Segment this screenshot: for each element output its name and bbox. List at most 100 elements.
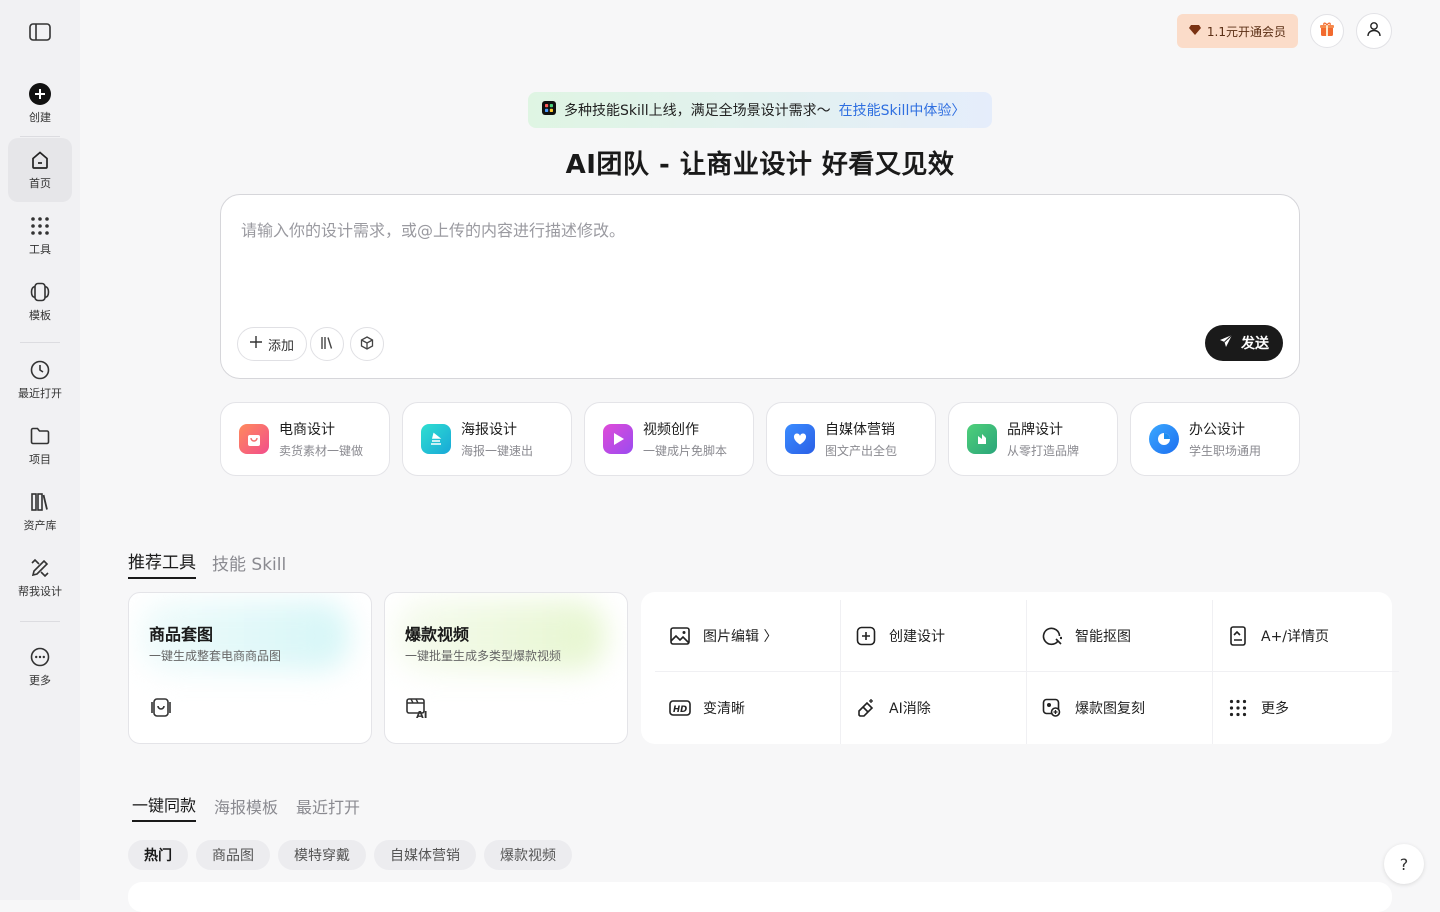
vip-label: 1.1元开通会员 xyxy=(1206,24,1286,39)
eraser-icon xyxy=(855,697,877,719)
category-office[interactable]: 办公设计学生职场通用 xyxy=(1130,402,1300,476)
sidebar-item-more[interactable]: 更多 xyxy=(8,635,72,699)
divider xyxy=(20,136,60,137)
send-button[interactable]: 发送 xyxy=(1205,325,1283,361)
category-subtitle: 卖货素材一键做 xyxy=(279,444,364,458)
page-title: AI团队 - 让商业设计 好看又见效 xyxy=(565,150,955,180)
prompt-input[interactable] xyxy=(241,217,1281,307)
category-subtitle: 一键成片免脚本 xyxy=(643,444,728,458)
chip-model-wear[interactable]: 模特穿戴 xyxy=(278,840,366,870)
tool-detail-page[interactable]: A+/详情页 xyxy=(1213,600,1399,672)
skill-logo-icon xyxy=(542,101,556,119)
category-subtitle: 图文产出全包 xyxy=(825,444,898,458)
add-button[interactable]: 添加 xyxy=(237,327,308,361)
vip-button[interactable]: 1.1元开通会员 xyxy=(1176,14,1298,48)
sidebar-item-projects[interactable]: 项目 xyxy=(8,414,72,478)
category-title: 海报设计 xyxy=(461,422,517,438)
detail-page-icon xyxy=(1227,625,1249,647)
gift-button[interactable] xyxy=(1310,14,1344,48)
video-ai-icon: AI xyxy=(405,695,429,721)
sidebar-item-label: 模板 xyxy=(29,309,51,322)
chip-social-media[interactable]: 自媒体营销 xyxy=(374,840,476,870)
category-brand[interactable]: 品牌设计 从零打造品牌 xyxy=(948,402,1118,476)
tab-poster-templates[interactable]: 海报模板 xyxy=(214,794,278,822)
category-poster[interactable]: 海报设计海报一键速出 xyxy=(402,402,572,476)
category-subtitle: 学生职场通用 xyxy=(1189,444,1262,458)
product-set-icon xyxy=(149,695,173,719)
tab-recently-opened[interactable]: 最近打开 xyxy=(296,794,360,822)
category-video[interactable]: 视频创作一键成片免脚本 xyxy=(584,402,754,476)
divider xyxy=(20,621,60,622)
sidebar-item-assets[interactable]: 资产库 xyxy=(8,480,72,544)
plus-circle-icon xyxy=(29,83,51,105)
help-button[interactable]: ? xyxy=(1384,844,1424,884)
send-label: 发送 xyxy=(1241,336,1269,352)
add-label: 添加 xyxy=(268,338,295,354)
cube-icon xyxy=(360,335,374,354)
tab-recommended-tools[interactable]: 推荐工具 xyxy=(128,548,196,579)
category-title: 视频创作 xyxy=(643,422,699,438)
clock-icon xyxy=(29,359,51,381)
tab-one-click-same[interactable]: 一键同款 xyxy=(132,792,197,822)
tool-create-design[interactable]: 创建设计 xyxy=(841,600,1027,672)
tool-label: 变清晰 xyxy=(703,701,745,717)
chip-hot[interactable]: 热门 xyxy=(128,840,188,870)
sidebar-item-recent[interactable]: 最近打开 xyxy=(8,348,72,412)
more-circle-icon xyxy=(29,646,51,668)
user-icon xyxy=(1366,21,1382,41)
feature-subtitle: 一键生成整套电商商品图 xyxy=(149,649,282,663)
banner-text: 多种技能Skill上线，满足全场景设计需求～ xyxy=(564,103,831,119)
tool-label: 创建设计 xyxy=(889,628,945,645)
tools-tabs: 推荐工具 技能 Skill xyxy=(128,548,286,579)
sidebar-toggle-icon[interactable] xyxy=(28,22,52,42)
sidebar-item-help-design[interactable]: 帮我设计 xyxy=(8,546,72,610)
divider xyxy=(20,342,60,343)
chip-viral-video[interactable]: 爆款视频 xyxy=(484,840,572,870)
tool-label: 爆款图复刻 xyxy=(1075,701,1145,717)
sidebar-item-tools[interactable]: 工具 xyxy=(8,204,72,268)
image-edit-icon xyxy=(669,625,691,647)
category-social-media[interactable]: 自媒体营销 图文产出全包 xyxy=(766,402,936,476)
composer: 添加 发送 xyxy=(220,194,1300,379)
tool-label: 图片编辑 〉 xyxy=(703,628,778,645)
category-ecommerce[interactable]: 电商设计 卖货素材一键做 xyxy=(220,402,390,476)
pie-chart-icon xyxy=(1149,424,1179,454)
user-button[interactable] xyxy=(1356,13,1392,49)
sidebar-item-templates[interactable]: 模板 xyxy=(8,270,72,334)
gift-icon xyxy=(1319,21,1335,41)
feature-card-product-set[interactable]: 商品套图 一键生成整套电商商品图 xyxy=(128,592,372,744)
sidebar-item-create[interactable]: 创建 xyxy=(8,72,72,136)
tool-ai-erase[interactable]: AI消除 xyxy=(841,672,1027,744)
grid-dots-icon xyxy=(1227,697,1249,719)
tool-label: A+/详情页 xyxy=(1261,628,1330,645)
tool-enhance[interactable]: HD 变清晰 xyxy=(655,672,841,744)
feature-title: 商品套图 xyxy=(149,625,214,644)
category-title: 办公设计 xyxy=(1189,422,1245,438)
tool-image-edit[interactable]: 图片编辑 〉 xyxy=(655,600,841,672)
category-row: 电商设计 卖货素材一键做 海报设计海报一键速出 视频创作一键成片免脚本 自媒体营销… xyxy=(220,402,1300,476)
send-icon xyxy=(1219,334,1233,352)
feature-card-viral-video[interactable]: 爆款视频 一键批量生成多类型爆款视频 AI xyxy=(384,592,628,744)
feature-title: 爆款视频 xyxy=(405,625,470,644)
tool-label: 智能抠图 xyxy=(1075,628,1131,645)
tool-replicate[interactable]: 爆款图复刻 xyxy=(1027,672,1213,744)
svg-text:HD: HD xyxy=(673,705,687,715)
template-icon xyxy=(29,281,51,303)
grid-dots-icon xyxy=(29,215,51,237)
tool-smart-cutout[interactable]: 智能抠图 xyxy=(1027,600,1213,672)
skill-banner[interactable]: 多种技能Skill上线，满足全场景设计需求～ 在技能Skill中体验〉 xyxy=(528,92,992,128)
sidebar-item-label: 最近打开 xyxy=(18,387,62,400)
model-button[interactable] xyxy=(350,327,384,361)
chip-product-image[interactable]: 商品图 xyxy=(196,840,270,870)
banner-link[interactable]: 在技能Skill中体验〉 xyxy=(839,100,966,120)
heart-chat-icon xyxy=(785,424,815,454)
sidebar-item-label: 资产库 xyxy=(23,519,57,532)
library-button[interactable] xyxy=(310,327,344,361)
library-icon xyxy=(29,491,51,513)
tool-more[interactable]: 更多 xyxy=(1213,672,1399,744)
category-subtitle: 海报一键速出 xyxy=(461,444,534,458)
brand-icon xyxy=(967,424,997,454)
sidebar: 创建 首页 工具 模板 最近打开 项目 资产库 帮我设计 更多 xyxy=(0,0,80,900)
tab-skills[interactable]: 技能 Skill xyxy=(212,550,286,579)
play-icon xyxy=(603,424,633,454)
